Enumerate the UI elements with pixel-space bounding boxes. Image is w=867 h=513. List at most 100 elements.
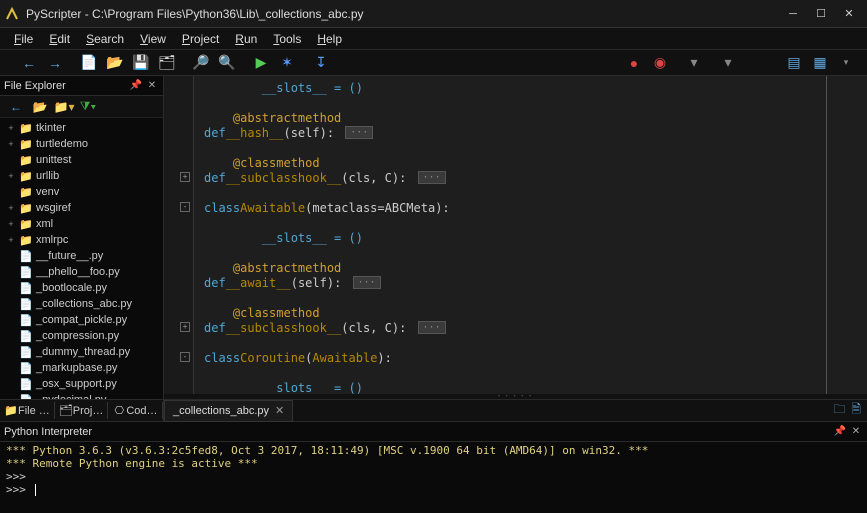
code-line[interactable]	[204, 140, 826, 155]
code-line[interactable]: @abstractmethod	[204, 260, 826, 275]
forward-button[interactable]: →	[44, 52, 66, 74]
menu-search[interactable]: Search	[78, 30, 132, 48]
code-line[interactable]: __slots__ = ()	[204, 380, 826, 394]
code-line[interactable]: def __await__(self): ···	[204, 275, 826, 290]
close-icon[interactable]: ✕	[849, 425, 863, 439]
breakpoint-button[interactable]: ◉	[649, 52, 671, 74]
tree-label: __phello__foo.py	[36, 266, 120, 278]
menu-help[interactable]: Help	[309, 30, 350, 48]
menu-view[interactable]: View	[132, 30, 174, 48]
code-line[interactable]	[204, 290, 826, 305]
close-icon[interactable]: ✕	[145, 79, 159, 93]
menu-edit[interactable]: Edit	[41, 30, 78, 48]
debug-button[interactable]: ✶	[276, 52, 298, 74]
menu-run[interactable]: Run	[227, 30, 265, 48]
tree-file[interactable]: 📄_osx_support.py	[0, 376, 163, 392]
tree-file[interactable]: 📄_bootlocale.py	[0, 280, 163, 296]
tree-folder[interactable]: 📁venv	[0, 184, 163, 200]
tab-action-1[interactable]: 🗀	[833, 400, 845, 421]
minimize-button[interactable]: ─	[779, 3, 807, 25]
run-button[interactable]: ▶	[250, 52, 272, 74]
step-button[interactable]: ↧	[310, 52, 332, 74]
code-line[interactable]: @classmethod	[204, 155, 826, 170]
tab-action-2[interactable]: 🗎	[851, 400, 861, 421]
new-file-button[interactable]: 📄	[78, 52, 100, 74]
code-line[interactable]	[204, 245, 826, 260]
code-line[interactable]: class Awaitable(metaclass=ABCMeta):	[204, 200, 826, 215]
fold-marker[interactable]: +	[180, 172, 190, 182]
tree-label: unittest	[36, 154, 71, 166]
close-button[interactable]: ✕	[835, 3, 863, 25]
layout-list-button[interactable]: ▤	[783, 52, 805, 74]
code-line[interactable]	[204, 95, 826, 110]
code-line[interactable]: __slots__ = ()	[204, 80, 826, 95]
code-line[interactable]	[204, 215, 826, 230]
code-line[interactable]	[204, 335, 826, 350]
editor-tab-active[interactable]: _collections_abc.py ✕	[164, 400, 293, 422]
menu-project[interactable]: Project	[174, 30, 227, 48]
tree-file[interactable]: 📄_pydecimal.py	[0, 392, 163, 399]
filter-icon[interactable]: ⧩▾	[77, 98, 99, 116]
tree-file[interactable]: 📄_compat_pickle.py	[0, 312, 163, 328]
layout-dropdown[interactable]: ▾	[835, 52, 857, 74]
menubar: File Edit Search View Project Run Tools …	[0, 28, 867, 50]
tree-folder[interactable]: 📁unittest	[0, 152, 163, 168]
code-line[interactable]	[204, 365, 826, 380]
sidebar-tab-project[interactable]: 🗂Proj…	[55, 402, 109, 419]
menu-tools[interactable]: Tools	[265, 30, 309, 48]
tree-file[interactable]: 📄_dummy_thread.py	[0, 344, 163, 360]
tree-file[interactable]: 📄_collections_abc.py	[0, 296, 163, 312]
save-all-button[interactable]: 🗂	[156, 52, 178, 74]
sidebar-tab-code[interactable]: ⎔Cod…	[108, 402, 162, 419]
save-file-button[interactable]: 💾	[130, 52, 152, 74]
interpreter-output[interactable]: *** Python 3.6.3 (v3.6.3:2c5fed8, Oct 3 …	[0, 442, 867, 498]
tree-folder[interactable]: +📁tkinter	[0, 120, 163, 136]
tree-file[interactable]: 📄__future__.py	[0, 248, 163, 264]
tree-folder[interactable]: +📁xmlrpc	[0, 232, 163, 248]
tree-folder[interactable]: +📁urllib	[0, 168, 163, 184]
tree-folder[interactable]: +📁xml	[0, 216, 163, 232]
find-in-files-button[interactable]: 🔍	[216, 52, 238, 74]
back-button[interactable]: ←	[18, 52, 40, 74]
search-button[interactable]: 🔎	[190, 52, 212, 74]
fold-marker[interactable]: -	[180, 352, 190, 362]
tree-file[interactable]: 📄__phello__foo.py	[0, 264, 163, 280]
fold-marker[interactable]: +	[180, 322, 190, 332]
menu-file[interactable]: File	[6, 30, 41, 48]
nav-back-button[interactable]: ←	[5, 98, 27, 116]
toolbar: ← → 📄 📂 💾 🗂 🔎 🔍 ▶ ✶ ↧ ● ◉ ▾ ▾ ▤ ▦ ▾	[0, 50, 867, 76]
code-editor[interactable]: +-+-+++ __slots__ = () @abstractmethod d…	[164, 76, 867, 394]
file-tree[interactable]: +📁tkinter+📁turtledemo📁unittest+📁urllib📁v…	[0, 118, 163, 399]
pin-icon[interactable]: 📌	[129, 79, 143, 93]
tree-folder[interactable]: +📁wsgiref	[0, 200, 163, 216]
code-region[interactable]: __slots__ = () @abstractmethod def __has…	[194, 76, 827, 394]
open-file-button[interactable]: 📂	[104, 52, 126, 74]
code-line[interactable]: class Coroutine(Awaitable):	[204, 350, 826, 365]
interpreter-prompt-active[interactable]: >>>	[6, 483, 861, 496]
sidebar-tab-file[interactable]: 📁File …	[0, 402, 55, 419]
gutter[interactable]: +-+-+++	[164, 76, 194, 394]
record-button[interactable]: ●	[623, 52, 645, 74]
code-line[interactable]: __slots__ = ()	[204, 230, 826, 245]
code-line[interactable]: def __subclasshook__(cls, C): ···	[204, 320, 826, 335]
fold-marker[interactable]: -	[180, 202, 190, 212]
tree-file[interactable]: 📄_compression.py	[0, 328, 163, 344]
tree-label: xml	[36, 218, 53, 230]
maximize-button[interactable]: ☐	[807, 3, 835, 25]
tree-folder[interactable]: +📁turtledemo	[0, 136, 163, 152]
tree-file[interactable]: 📄_markupbase.py	[0, 360, 163, 376]
tree-label: _compat_pickle.py	[36, 314, 127, 326]
code-line[interactable]: @abstractmethod	[204, 110, 826, 125]
folder-open-icon[interactable]: 📂	[29, 98, 51, 116]
code-line[interactable]: def __subclasshook__(cls, C): ···	[204, 170, 826, 185]
dropdown-2[interactable]: ▾	[717, 52, 739, 74]
folder-icon[interactable]: 📁▾	[53, 98, 75, 116]
code-line[interactable]: @classmethod	[204, 305, 826, 320]
dropdown-1[interactable]: ▾	[683, 52, 705, 74]
layout-grid-button[interactable]: ▦	[809, 52, 831, 74]
code-line[interactable]: def __hash__(self): ···	[204, 125, 826, 140]
sidebar: File Explorer 📌 ✕ ← 📂 📁▾ ⧩▾ +📁tkinter+📁t…	[0, 76, 164, 421]
close-icon[interactable]: ✕	[275, 404, 284, 417]
pin-icon[interactable]: 📌	[833, 425, 847, 439]
code-line[interactable]	[204, 185, 826, 200]
